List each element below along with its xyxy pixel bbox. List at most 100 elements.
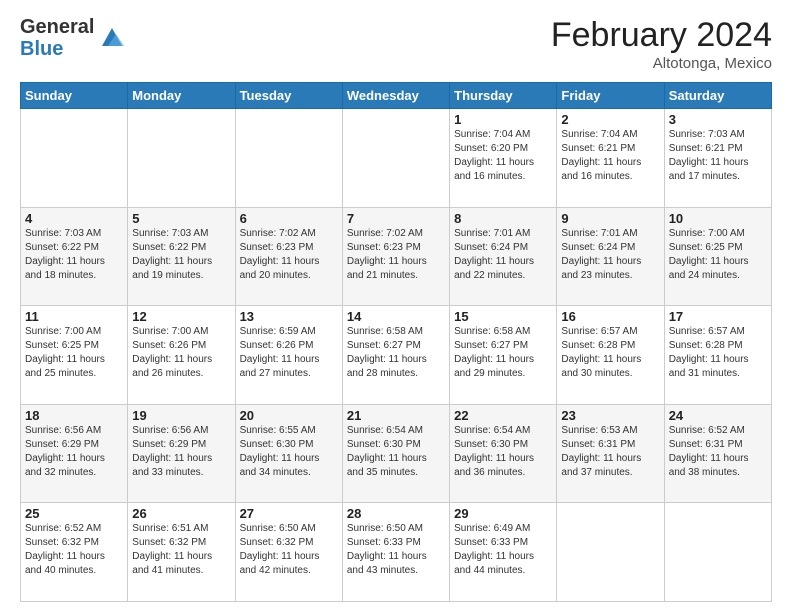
calendar-cell <box>557 503 664 602</box>
day-number: 20 <box>240 408 338 423</box>
day-number: 10 <box>669 211 767 226</box>
calendar-table: Sunday Monday Tuesday Wednesday Thursday… <box>20 82 772 602</box>
day-number: 1 <box>454 112 552 127</box>
logo-text: General Blue <box>20 16 94 60</box>
calendar-cell: 27Sunrise: 6:50 AM Sunset: 6:32 PM Dayli… <box>235 503 342 602</box>
calendar-cell <box>21 109 128 208</box>
calendar-cell: 17Sunrise: 6:57 AM Sunset: 6:28 PM Dayli… <box>664 306 771 405</box>
day-number: 6 <box>240 211 338 226</box>
calendar-cell: 8Sunrise: 7:01 AM Sunset: 6:24 PM Daylig… <box>450 207 557 306</box>
col-thursday: Thursday <box>450 83 557 109</box>
calendar-cell: 19Sunrise: 6:56 AM Sunset: 6:29 PM Dayli… <box>128 404 235 503</box>
calendar-cell: 14Sunrise: 6:58 AM Sunset: 6:27 PM Dayli… <box>342 306 449 405</box>
day-number: 5 <box>132 211 230 226</box>
day-info: Sunrise: 7:00 AM Sunset: 6:25 PM Dayligh… <box>25 325 123 381</box>
day-number: 9 <box>561 211 659 226</box>
calendar-cell: 23Sunrise: 6:53 AM Sunset: 6:31 PM Dayli… <box>557 404 664 503</box>
day-info: Sunrise: 6:50 AM Sunset: 6:32 PM Dayligh… <box>240 522 338 578</box>
day-info: Sunrise: 7:01 AM Sunset: 6:24 PM Dayligh… <box>561 227 659 283</box>
day-number: 26 <box>132 506 230 521</box>
calendar-cell: 20Sunrise: 6:55 AM Sunset: 6:30 PM Dayli… <box>235 404 342 503</box>
day-info: Sunrise: 7:04 AM Sunset: 6:20 PM Dayligh… <box>454 128 552 184</box>
day-info: Sunrise: 6:51 AM Sunset: 6:32 PM Dayligh… <box>132 522 230 578</box>
page: General Blue February 2024 Altotonga, Me… <box>0 0 792 612</box>
calendar-cell: 7Sunrise: 7:02 AM Sunset: 6:23 PM Daylig… <box>342 207 449 306</box>
day-number: 29 <box>454 506 552 521</box>
day-info: Sunrise: 7:03 AM Sunset: 6:22 PM Dayligh… <box>132 227 230 283</box>
day-info: Sunrise: 7:03 AM Sunset: 6:22 PM Dayligh… <box>25 227 123 283</box>
calendar-week-1: 4Sunrise: 7:03 AM Sunset: 6:22 PM Daylig… <box>21 207 772 306</box>
day-info: Sunrise: 6:53 AM Sunset: 6:31 PM Dayligh… <box>561 424 659 480</box>
day-info: Sunrise: 7:02 AM Sunset: 6:23 PM Dayligh… <box>240 227 338 283</box>
calendar-cell: 12Sunrise: 7:00 AM Sunset: 6:26 PM Dayli… <box>128 306 235 405</box>
day-number: 27 <box>240 506 338 521</box>
header: General Blue February 2024 Altotonga, Me… <box>20 16 772 72</box>
calendar-cell: 1Sunrise: 7:04 AM Sunset: 6:20 PM Daylig… <box>450 109 557 208</box>
day-info: Sunrise: 6:52 AM Sunset: 6:32 PM Dayligh… <box>25 522 123 578</box>
month-title: February 2024 <box>551 16 772 55</box>
day-number: 12 <box>132 309 230 324</box>
col-sunday: Sunday <box>21 83 128 109</box>
calendar-cell: 6Sunrise: 7:02 AM Sunset: 6:23 PM Daylig… <box>235 207 342 306</box>
day-info: Sunrise: 6:57 AM Sunset: 6:28 PM Dayligh… <box>669 325 767 381</box>
calendar-cell <box>128 109 235 208</box>
day-info: Sunrise: 6:58 AM Sunset: 6:27 PM Dayligh… <box>454 325 552 381</box>
day-number: 14 <box>347 309 445 324</box>
col-saturday: Saturday <box>664 83 771 109</box>
calendar-cell: 9Sunrise: 7:01 AM Sunset: 6:24 PM Daylig… <box>557 207 664 306</box>
calendar-cell <box>664 503 771 602</box>
day-number: 13 <box>240 309 338 324</box>
day-number: 11 <box>25 309 123 324</box>
day-number: 7 <box>347 211 445 226</box>
day-info: Sunrise: 7:04 AM Sunset: 6:21 PM Dayligh… <box>561 128 659 184</box>
logo: General Blue <box>20 16 126 60</box>
day-info: Sunrise: 7:03 AM Sunset: 6:21 PM Dayligh… <box>669 128 767 184</box>
day-number: 23 <box>561 408 659 423</box>
day-info: Sunrise: 6:57 AM Sunset: 6:28 PM Dayligh… <box>561 325 659 381</box>
calendar-cell: 29Sunrise: 6:49 AM Sunset: 6:33 PM Dayli… <box>450 503 557 602</box>
calendar-cell: 10Sunrise: 7:00 AM Sunset: 6:25 PM Dayli… <box>664 207 771 306</box>
day-number: 3 <box>669 112 767 127</box>
calendar-cell: 16Sunrise: 6:57 AM Sunset: 6:28 PM Dayli… <box>557 306 664 405</box>
weekday-header-row: Sunday Monday Tuesday Wednesday Thursday… <box>21 83 772 109</box>
calendar-cell: 3Sunrise: 7:03 AM Sunset: 6:21 PM Daylig… <box>664 109 771 208</box>
day-number: 19 <box>132 408 230 423</box>
col-monday: Monday <box>128 83 235 109</box>
day-info: Sunrise: 6:55 AM Sunset: 6:30 PM Dayligh… <box>240 424 338 480</box>
day-number: 21 <box>347 408 445 423</box>
calendar-cell: 22Sunrise: 6:54 AM Sunset: 6:30 PM Dayli… <box>450 404 557 503</box>
logo-icon <box>98 22 126 50</box>
day-info: Sunrise: 6:56 AM Sunset: 6:29 PM Dayligh… <box>25 424 123 480</box>
calendar-week-2: 11Sunrise: 7:00 AM Sunset: 6:25 PM Dayli… <box>21 306 772 405</box>
calendar-cell: 13Sunrise: 6:59 AM Sunset: 6:26 PM Dayli… <box>235 306 342 405</box>
calendar-cell: 11Sunrise: 7:00 AM Sunset: 6:25 PM Dayli… <box>21 306 128 405</box>
day-number: 17 <box>669 309 767 324</box>
calendar-cell: 26Sunrise: 6:51 AM Sunset: 6:32 PM Dayli… <box>128 503 235 602</box>
logo-blue: Blue <box>20 38 94 60</box>
col-friday: Friday <box>557 83 664 109</box>
day-number: 28 <box>347 506 445 521</box>
calendar-cell: 4Sunrise: 7:03 AM Sunset: 6:22 PM Daylig… <box>21 207 128 306</box>
day-info: Sunrise: 6:50 AM Sunset: 6:33 PM Dayligh… <box>347 522 445 578</box>
day-info: Sunrise: 7:00 AM Sunset: 6:26 PM Dayligh… <box>132 325 230 381</box>
day-number: 15 <box>454 309 552 324</box>
day-number: 18 <box>25 408 123 423</box>
calendar-cell: 28Sunrise: 6:50 AM Sunset: 6:33 PM Dayli… <box>342 503 449 602</box>
calendar-cell: 18Sunrise: 6:56 AM Sunset: 6:29 PM Dayli… <box>21 404 128 503</box>
day-info: Sunrise: 6:54 AM Sunset: 6:30 PM Dayligh… <box>454 424 552 480</box>
day-number: 22 <box>454 408 552 423</box>
calendar-cell <box>342 109 449 208</box>
day-info: Sunrise: 6:54 AM Sunset: 6:30 PM Dayligh… <box>347 424 445 480</box>
day-number: 16 <box>561 309 659 324</box>
calendar-cell: 24Sunrise: 6:52 AM Sunset: 6:31 PM Dayli… <box>664 404 771 503</box>
calendar-cell <box>235 109 342 208</box>
day-info: Sunrise: 7:02 AM Sunset: 6:23 PM Dayligh… <box>347 227 445 283</box>
calendar-cell: 2Sunrise: 7:04 AM Sunset: 6:21 PM Daylig… <box>557 109 664 208</box>
calendar-cell: 21Sunrise: 6:54 AM Sunset: 6:30 PM Dayli… <box>342 404 449 503</box>
title-section: February 2024 Altotonga, Mexico <box>551 16 772 72</box>
day-info: Sunrise: 6:52 AM Sunset: 6:31 PM Dayligh… <box>669 424 767 480</box>
day-info: Sunrise: 6:59 AM Sunset: 6:26 PM Dayligh… <box>240 325 338 381</box>
calendar-week-4: 25Sunrise: 6:52 AM Sunset: 6:32 PM Dayli… <box>21 503 772 602</box>
location: Altotonga, Mexico <box>551 55 772 72</box>
calendar-cell: 25Sunrise: 6:52 AM Sunset: 6:32 PM Dayli… <box>21 503 128 602</box>
